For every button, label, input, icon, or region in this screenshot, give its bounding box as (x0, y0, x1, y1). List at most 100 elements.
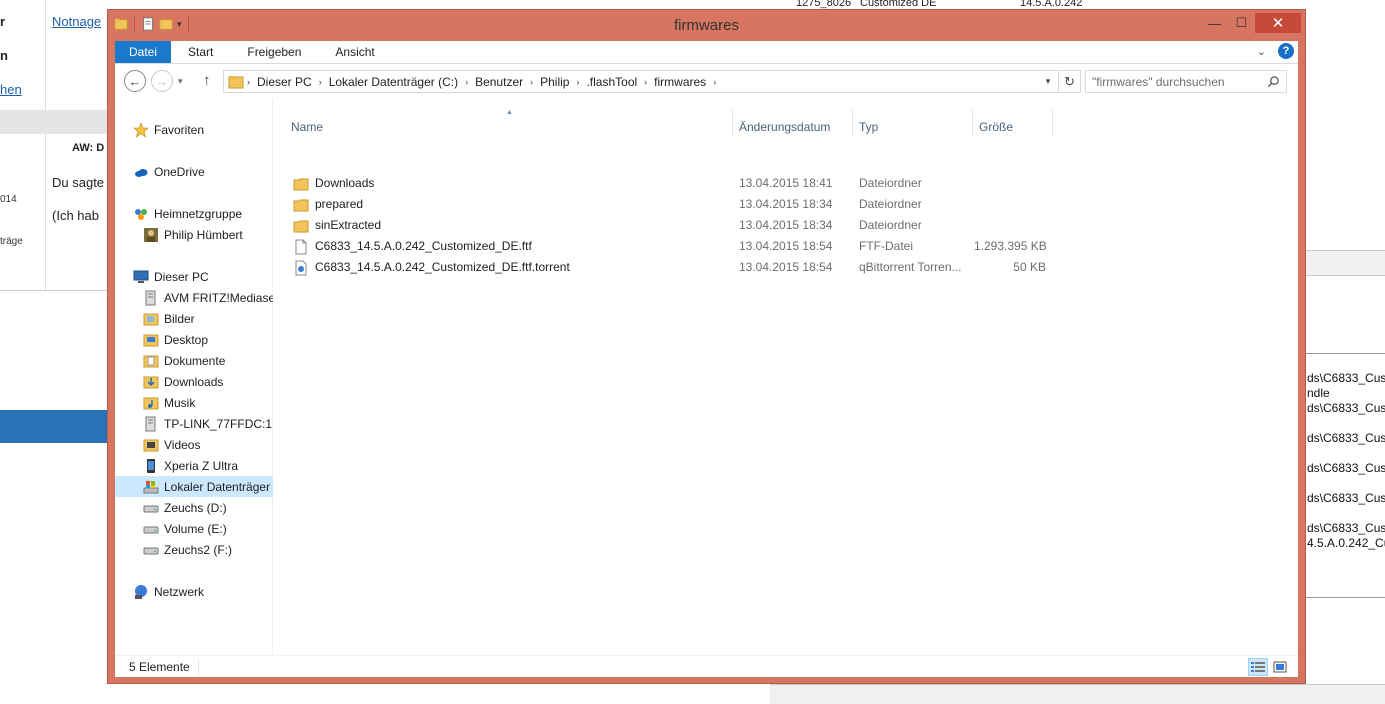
table-cell: Customized DE (860, 0, 937, 9)
file-list: ▲ Name Änderungsdatum Typ Größe Download… (274, 99, 1298, 655)
forum-link[interactable]: Notnage (52, 14, 101, 29)
nav-item-musik[interactable]: Musik (115, 392, 273, 413)
file-type: qBittorrent Torren... (859, 260, 962, 274)
close-button[interactable]: ✕ (1255, 13, 1301, 33)
file-row[interactable]: C6833_14.5.A.0.242_Customized_DE.ftf.tor… (274, 257, 1074, 278)
ribbon-tabs: Datei Start Freigeben Ansicht ⌄ ? (115, 41, 1298, 64)
computer-icon (133, 270, 149, 283)
back-button[interactable]: ← (124, 70, 146, 92)
nav-item-videos[interactable]: Videos (115, 434, 273, 455)
chevron-right-icon[interactable]: › (462, 77, 471, 87)
address-bar[interactable]: › Dieser PC › Lokaler Datenträger (C:) ›… (223, 70, 1081, 93)
nav-item-lokaler-datentraeger[interactable]: Lokaler Datenträger (C:) (115, 476, 273, 497)
nav-item-onedrive[interactable]: OneDrive (115, 161, 273, 182)
post-title: AW: D (72, 142, 105, 154)
nav-item-netzwerk[interactable]: Netzwerk (115, 581, 273, 602)
file-row[interactable]: C6833_14.5.A.0.242_Customized_DE.ftf 13.… (274, 236, 1074, 257)
breadcrumb-item[interactable]: Philip (536, 75, 573, 89)
file-type: Dateiordner (859, 197, 922, 211)
expand-ribbon-chevron-icon[interactable]: ⌄ (1257, 45, 1266, 58)
nav-item-volume-e[interactable]: Volume (E:) (115, 518, 273, 539)
file-date: 13.04.2015 18:34 (739, 197, 833, 211)
nav-item-tp-link[interactable]: TP-LINK_77FFDC:1 (115, 413, 273, 434)
column-header-date[interactable]: Änderungsdatum (739, 115, 830, 139)
nav-item-dieser-pc[interactable]: Dieser PC (115, 266, 273, 287)
post-meta: 014 (0, 194, 17, 205)
chevron-right-icon[interactable]: › (573, 77, 582, 87)
tab-datei[interactable]: Datei (115, 41, 172, 63)
nav-item-heimnetzgruppe[interactable]: Heimnetzgruppe (115, 203, 273, 224)
background-log-panel: ds\C6833_Cust ndle ds\C6833_Cust ds\C683… (1305, 353, 1385, 598)
tab-freigeben[interactable]: Freigeben (230, 41, 318, 63)
post-text: Du sagte (52, 175, 105, 190)
log-line: ds\C6833_Cust (1307, 371, 1385, 385)
phone-icon (147, 458, 155, 473)
navigation-bar: ← → ▾ ↑ › Dieser PC › Lokaler Datenträge… (115, 65, 1298, 98)
help-icon[interactable]: ? (1278, 43, 1294, 59)
nav-item-philip-huembert[interactable]: Philip Hümbert (115, 224, 273, 245)
chevron-right-icon[interactable]: › (527, 77, 536, 87)
nav-item-zeuchs-d[interactable]: Zeuchs (D:) (115, 497, 273, 518)
file-row[interactable]: sinExtracted 13.04.2015 18:34 Dateiordne… (274, 215, 1074, 236)
nav-item-bilder[interactable]: Bilder (115, 308, 273, 329)
minimize-button[interactable]: — (1201, 13, 1228, 33)
forward-button[interactable]: → (151, 70, 173, 92)
breadcrumb-item[interactable]: Lokaler Datenträger (C:) (325, 75, 462, 89)
nav-item-dokumente[interactable]: Dokumente (115, 350, 273, 371)
file-name: Downloads (315, 176, 375, 190)
nav-item-desktop[interactable]: Desktop (115, 329, 273, 350)
address-dropdown-icon[interactable]: ▾ (1038, 76, 1058, 87)
search-box (1085, 70, 1287, 93)
chevron-right-icon[interactable]: › (316, 77, 325, 87)
nav-item-downloads[interactable]: Downloads (115, 371, 273, 392)
nav-item-label: Desktop (164, 332, 209, 347)
background-blue-bar (0, 410, 110, 443)
search-input[interactable] (1092, 74, 1267, 89)
maximize-button[interactable]: ☐ (1228, 13, 1255, 33)
column-header-size[interactable]: Größe (979, 115, 1013, 139)
search-icon[interactable] (1267, 75, 1280, 88)
file-name-cell: sinExtracted (293, 215, 381, 236)
breadcrumb-item[interactable]: Dieser PC (253, 75, 316, 89)
file-row[interactable]: Downloads 13.04.2015 18:41 Dateiordner (274, 173, 1074, 194)
nav-item-label: Zeuchs2 (F:) (164, 542, 233, 557)
details-view-icon (1251, 662, 1265, 672)
recent-locations-icon[interactable]: ▾ (178, 76, 183, 87)
log-line: ds\C6833_Cust (1307, 461, 1385, 475)
column-divider[interactable] (972, 109, 973, 137)
media-server-icon (145, 290, 156, 305)
forum-link[interactable]: hen (0, 82, 22, 97)
nav-item-label: Netzwerk (154, 584, 205, 599)
tab-start[interactable]: Start (171, 41, 230, 63)
file-name-cell: Downloads (293, 173, 374, 194)
large-icons-view-button[interactable] (1270, 658, 1290, 676)
chevron-right-icon[interactable]: › (641, 77, 650, 87)
breadcrumb-item[interactable]: .flashTool (582, 75, 641, 89)
music-folder-icon (143, 397, 159, 409)
column-divider[interactable] (1052, 109, 1053, 137)
column-divider[interactable] (732, 109, 733, 137)
nav-item-zeuchs2-f[interactable]: Zeuchs2 (F:) (115, 539, 273, 560)
nav-item-xperia-z-ultra[interactable]: Xperia Z Ultra (115, 455, 273, 476)
file-row[interactable]: prepared 13.04.2015 18:34 Dateiordner (274, 194, 1074, 215)
forum-label: n (0, 48, 8, 63)
title-bar[interactable]: ▾ firmwares — ☐ ✕ (108, 10, 1305, 41)
column-header-type[interactable]: Typ (859, 115, 878, 139)
details-view-button[interactable] (1248, 658, 1268, 676)
nav-item-favoriten[interactable]: Favoriten (115, 119, 273, 140)
chevron-right-icon[interactable]: › (710, 77, 719, 87)
column-header-name[interactable]: Name (291, 115, 323, 139)
refresh-icon[interactable]: ↻ (1058, 71, 1080, 92)
nav-item-label: Xperia Z Ultra (164, 458, 239, 473)
tab-ansicht[interactable]: Ansicht (318, 41, 391, 63)
column-divider[interactable] (852, 109, 853, 137)
drive-icon (143, 505, 159, 512)
up-button[interactable]: ↑ (203, 72, 211, 89)
nav-item-avm-fritz[interactable]: AVM FRITZ!Mediaserver (115, 287, 273, 308)
media-server-icon (145, 416, 156, 431)
breadcrumb-item[interactable]: firmwares (650, 75, 710, 89)
breadcrumb-item[interactable]: Benutzer (471, 75, 527, 89)
nav-item-label: OneDrive (154, 164, 205, 179)
chevron-right-icon[interactable]: › (244, 77, 253, 87)
file-name: C6833_14.5.A.0.242_Customized_DE.ftf.tor… (315, 260, 570, 274)
